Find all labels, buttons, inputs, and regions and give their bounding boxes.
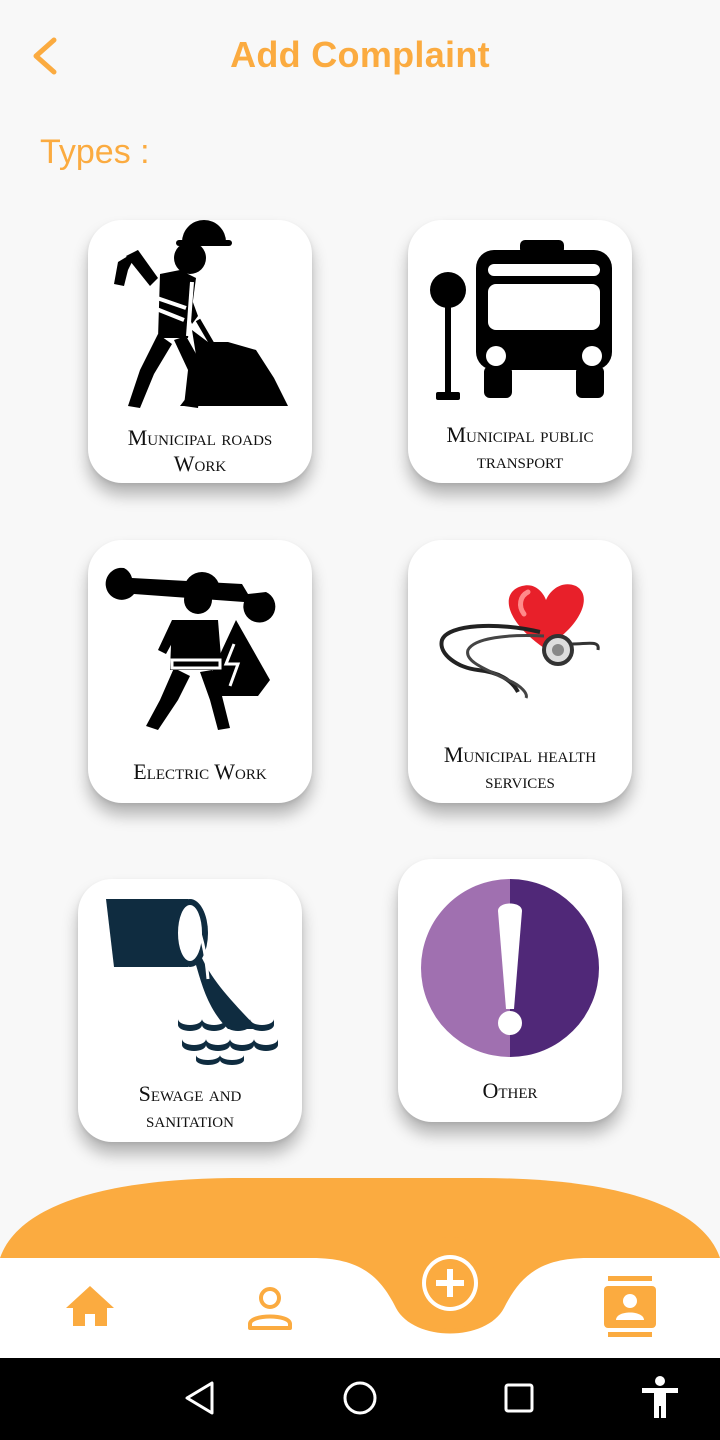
page-title: Add Complaint bbox=[230, 34, 490, 75]
category-card-roads[interactable]: Municipal roads Work bbox=[88, 220, 312, 483]
contact-card-icon[interactable] bbox=[604, 1276, 656, 1338]
category-label: Other bbox=[482, 1078, 538, 1103]
system-nav-bar bbox=[0, 1358, 720, 1440]
category-card-other[interactable]: Other bbox=[398, 859, 622, 1122]
types-label: Types : bbox=[40, 133, 150, 171]
category-label: Municipal health services bbox=[443, 742, 597, 793]
accessibility-icon[interactable] bbox=[640, 1376, 680, 1420]
category-label: Electric Work bbox=[133, 759, 267, 784]
home-icon[interactable] bbox=[64, 1282, 116, 1330]
bus-stop-icon bbox=[430, 240, 612, 400]
category-label: Sewage and sanitation bbox=[138, 1081, 242, 1132]
heart-stethoscope-icon bbox=[439, 584, 600, 699]
category-label: Municipal public transport bbox=[446, 422, 594, 473]
add-complaint-button[interactable] bbox=[404, 1237, 496, 1329]
back-triangle-icon[interactable] bbox=[182, 1380, 218, 1416]
category-card-electric[interactable]: Electric Work bbox=[88, 540, 312, 803]
home-circle-icon[interactable] bbox=[342, 1380, 378, 1416]
sewage-pipe-icon bbox=[106, 899, 278, 1065]
recents-square-icon[interactable] bbox=[503, 1382, 535, 1414]
category-card-health[interactable]: Municipal health services bbox=[408, 540, 632, 803]
exclamation-icon bbox=[421, 879, 599, 1057]
electrician-icon bbox=[105, 567, 276, 730]
category-card-sewage[interactable]: Sewage and sanitation bbox=[78, 879, 302, 1142]
add-circle-icon bbox=[422, 1255, 478, 1311]
category-label: Municipal roads Work bbox=[127, 425, 273, 476]
app-header: Add Complaint bbox=[0, 0, 720, 115]
category-card-transport[interactable]: Municipal public transport bbox=[408, 220, 632, 483]
person-icon[interactable] bbox=[246, 1286, 294, 1332]
road-worker-icon bbox=[114, 220, 288, 408]
